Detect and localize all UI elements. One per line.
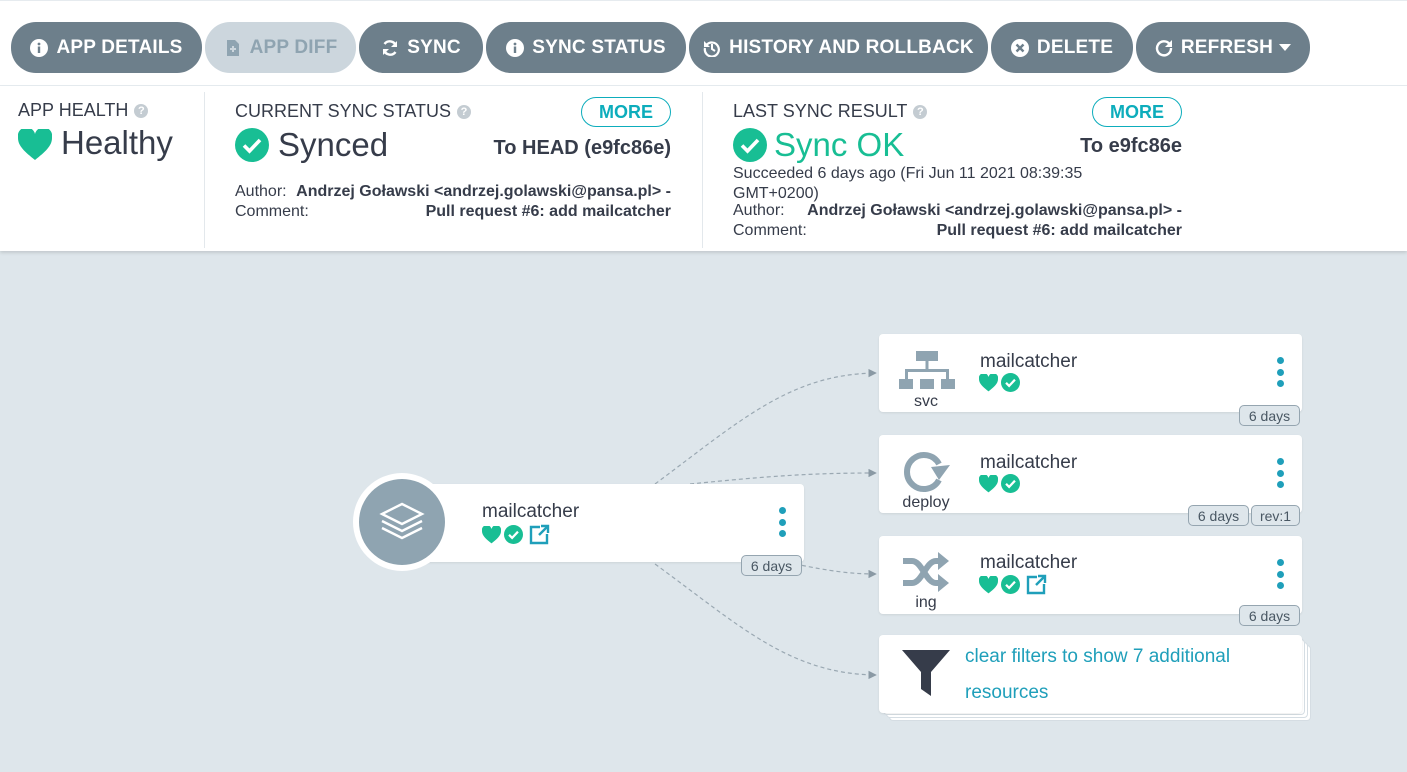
layers-icon: [379, 502, 425, 540]
status-panel: APP HEALTH? Healthy CURRENT SYNC STATUS?…: [0, 86, 1407, 251]
last-sync-comment: Pull request #6: add mailcatcher: [936, 222, 1182, 239]
resource-age-badge-svc: 6 days: [1239, 405, 1300, 426]
resource-age-badge-ing: 6 days: [1239, 605, 1300, 626]
chevron-down-icon[interactable]: [1279, 44, 1292, 51]
resource-rev-badge-deploy: rev:1: [1251, 505, 1300, 526]
info-circle-icon: [30, 38, 49, 57]
network-tree-icon: [899, 351, 955, 389]
panel-divider: [702, 92, 703, 248]
heart-icon: [18, 129, 52, 160]
heart-icon: [482, 525, 501, 543]
last-sync-author: Andrzej Goławski <andrzej.golawski@pansa…: [807, 202, 1182, 219]
sync-label: SYNC: [407, 36, 461, 58]
resource-node-deploy[interactable]: deploy mailcatcher: [879, 435, 1302, 513]
current-sync-author: Andrzej Goławski <andrzej.golawski@pansa…: [296, 183, 671, 200]
resource-kind-deploy: deploy: [902, 494, 950, 511]
rotate-icon: [904, 452, 950, 492]
times-circle-icon: [1010, 38, 1029, 57]
last-sync-author-label: Author:: [733, 202, 785, 219]
resource-node-ing[interactable]: ing mailcatcher: [879, 536, 1302, 614]
current-sync-revision: To HEAD (e9fc86e): [493, 137, 671, 159]
panel-divider: [204, 92, 205, 248]
check-circle-icon: [235, 128, 269, 162]
resource-name-svc: mailcatcher: [980, 351, 1078, 372]
resource-status-ing: [979, 574, 1047, 595]
toolbar: APP DETAILS APP DIFF SYNC SYNC STATUS HI…: [0, 0, 1407, 86]
check-circle-icon: [733, 128, 767, 162]
history-and-rollback-label: HISTORY AND ROLLBACK: [729, 36, 974, 58]
current-sync-more-button[interactable]: MORE: [581, 97, 671, 127]
resource-status-deploy: [979, 474, 1020, 493]
edge-app-ing: [794, 563, 877, 579]
resource-kind-svc: svc: [914, 393, 938, 410]
sync-status-label: SYNC STATUS: [532, 36, 666, 58]
sync-icon: [381, 39, 399, 57]
edge-app-svc: [654, 368, 877, 485]
shuffle-icon: [903, 552, 949, 592]
app-node-age-badge: 6 days: [741, 555, 802, 576]
last-sync-succeeded: Succeeded 6 days ago (Fri Jun 11 2021 08…: [733, 165, 1083, 202]
current-sync-heading: CURRENT SYNC STATUS?: [235, 101, 472, 122]
resource-menu-svc[interactable]: [1275, 357, 1285, 387]
resource-name-deploy: mailcatcher: [980, 452, 1078, 473]
refresh-button[interactable]: REFRESH: [1136, 22, 1310, 73]
app-details-button[interactable]: APP DETAILS: [11, 22, 202, 73]
filter-icon: [902, 650, 950, 696]
edge-app-deploy: [689, 468, 877, 485]
resource-tree: mailcatcher 6 days svc mailcatcher 6 day…: [0, 251, 1407, 772]
refresh-label: REFRESH: [1180, 36, 1274, 58]
app-diff-label: APP DIFF: [249, 36, 338, 58]
delete-button[interactable]: DELETE: [991, 22, 1133, 73]
app-health-heading: APP HEALTH?: [18, 100, 149, 121]
resource-kind-ing: ing: [915, 594, 937, 611]
check-circle-icon: [1001, 373, 1020, 392]
last-sync-value: Sync OK: [733, 126, 904, 164]
app-node-status: [482, 524, 550, 545]
heart-icon: [979, 373, 998, 391]
app-health-value: Healthy: [18, 124, 173, 162]
heart-icon: [979, 474, 998, 492]
app-node-icon: [353, 473, 451, 571]
edge-app-filtered: [654, 563, 877, 680]
current-sync-comment-label: Comment:: [235, 203, 309, 220]
last-sync-comment-label: Comment:: [733, 222, 807, 239]
resource-age-badge-deploy: 6 days: [1188, 505, 1249, 526]
check-circle-icon: [1001, 474, 1020, 493]
heart-icon: [979, 575, 998, 593]
current-sync-comment: Pull request #6: add mailcatcher: [425, 203, 671, 220]
app-details-label: APP DETAILS: [56, 36, 183, 58]
external-link-icon[interactable]: [528, 524, 550, 545]
sync-status-button[interactable]: SYNC STATUS: [486, 22, 686, 73]
resource-menu-ing[interactable]: [1275, 559, 1285, 589]
redo-icon: [1155, 39, 1173, 57]
delete-label: DELETE: [1036, 36, 1114, 58]
last-sync-heading: LAST SYNC RESULT?: [733, 101, 928, 122]
resource-status-svc: [979, 373, 1020, 392]
history-and-rollback-button[interactable]: HISTORY AND ROLLBACK: [689, 22, 988, 73]
filtered-resources-node[interactable]: clear filters to show 7 additional resou…: [879, 635, 1302, 713]
check-circle-icon: [1001, 575, 1020, 594]
last-sync-more-button[interactable]: MORE: [1092, 97, 1182, 127]
file-diff-icon: [224, 39, 242, 57]
current-sync-value: Synced: [235, 126, 388, 164]
last-sync-revision: To e9fc86e: [1080, 135, 1182, 157]
check-circle-icon: [504, 525, 523, 544]
resource-node-svc[interactable]: svc mailcatcher: [879, 334, 1302, 412]
resource-name-ing: mailcatcher: [980, 552, 1078, 573]
info-circle-icon: [506, 38, 525, 57]
sync-button[interactable]: SYNC: [359, 22, 483, 73]
clear-filters-link[interactable]: clear filters to show 7 additional resou…: [965, 639, 1265, 711]
app-node-menu[interactable]: [777, 507, 787, 537]
current-sync-author-label: Author:: [235, 183, 287, 200]
help-icon[interactable]: ?: [457, 104, 472, 119]
history-icon: [703, 39, 721, 57]
app-node-name: mailcatcher: [482, 501, 580, 522]
external-link-icon[interactable]: [1025, 574, 1047, 595]
app-node[interactable]: mailcatcher: [402, 484, 804, 562]
help-icon[interactable]: ?: [913, 104, 928, 119]
resource-menu-deploy[interactable]: [1275, 458, 1285, 488]
app-diff-button[interactable]: APP DIFF: [205, 22, 356, 73]
help-icon[interactable]: ?: [134, 103, 149, 118]
